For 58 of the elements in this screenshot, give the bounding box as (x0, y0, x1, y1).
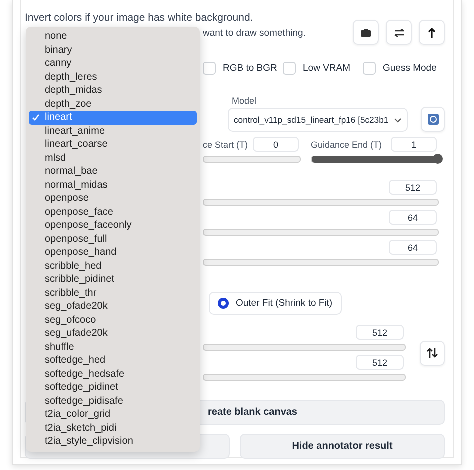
checkbox-option[interactable]: Low VRAM (283, 62, 363, 75)
menu-item[interactable]: scribble_thr (29, 286, 197, 300)
hide-annotator-button[interactable]: Hide annotator result (240, 434, 445, 459)
menu-item[interactable]: binary (29, 44, 197, 57)
number-field[interactable]: 512 (356, 355, 404, 370)
checkbox-option[interactable]: RGB to BGR (203, 62, 283, 75)
model-label: Model (232, 95, 258, 107)
slider-handle[interactable] (433, 154, 443, 164)
menu-item[interactable]: seg_ufade20k (29, 327, 197, 340)
menu-item[interactable]: openpose_faceonly (29, 219, 197, 232)
slider-track[interactable] (203, 199, 439, 206)
slider-track[interactable] (203, 374, 406, 381)
slider-track[interactable] (203, 156, 301, 163)
number-field[interactable]: 512 (356, 325, 404, 340)
menu-item[interactable]: normal_midas (29, 178, 197, 192)
slider-track[interactable] (203, 259, 439, 266)
check-icon (32, 114, 40, 122)
radio-option[interactable]: Outer Fit (Shrink to Fit) (209, 292, 342, 315)
menu-item[interactable]: scribble_hed (29, 260, 197, 273)
chevron-icon (394, 118, 402, 122)
menu-item[interactable]: shuffle (29, 340, 197, 354)
menu-item[interactable]: openpose (29, 192, 197, 206)
menu-item[interactable]: t2ia_color_grid (29, 408, 197, 422)
number-field[interactable]: 512 (389, 180, 437, 195)
number-field[interactable]: 0 (253, 137, 299, 152)
menu-item[interactable]: canny (29, 57, 197, 70)
menu-item[interactable]: depth_zoe (29, 98, 197, 111)
number-field[interactable]: 1 (391, 137, 437, 152)
menu-item[interactable]: seg_ofcoco (29, 314, 197, 327)
number-field[interactable]: 64 (389, 240, 437, 255)
hint-text: Invert colors if your image has white background. (25, 12, 254, 25)
menu-item[interactable]: openpose_face (29, 206, 197, 219)
menu-item[interactable]: softedge_hed (29, 354, 197, 368)
menu-item[interactable]: t2ia_style_clipvision (29, 435, 197, 448)
hint-text: want to draw something. (203, 27, 306, 40)
checkbox-option[interactable]: Guess Mode (363, 62, 443, 75)
number-field[interactable]: 64 (389, 210, 437, 225)
menu-item[interactable]: lineart_anime (29, 124, 197, 138)
swap-icon[interactable] (386, 20, 412, 45)
slider-track[interactable] (203, 229, 439, 236)
menu-item[interactable]: depth_midas (29, 84, 197, 98)
menu-item[interactable]: openpose_hand (29, 246, 197, 260)
menu-item[interactable]: seg_ofade20k (29, 300, 197, 314)
slider-track[interactable] (203, 344, 406, 351)
menu-item[interactable]: softedge_pidinet (29, 381, 197, 394)
swap-vertical-icon[interactable] (420, 340, 445, 366)
menu-item[interactable]: normal_bae (29, 165, 197, 178)
slider-label: Guidance End (T) (311, 138, 382, 150)
menu-item[interactable]: none (29, 30, 197, 44)
model-select[interactable]: control_v11p_sd15_lineart_fp16 [5c23b1 (228, 108, 408, 132)
menu-item[interactable]: mlsd (29, 152, 197, 165)
menu-item[interactable]: depth_leres (29, 70, 197, 84)
menu-item[interactable]: openpose_full (29, 232, 197, 246)
menu-item[interactable]: softedge_hedsafe (29, 368, 197, 381)
slider-label: ce Start (T) (203, 138, 248, 150)
menu-item[interactable]: lineart_coarse (29, 138, 197, 152)
menu-item[interactable]: scribble_pidinet (29, 273, 197, 286)
menu-item[interactable]: lineart (29, 111, 197, 124)
